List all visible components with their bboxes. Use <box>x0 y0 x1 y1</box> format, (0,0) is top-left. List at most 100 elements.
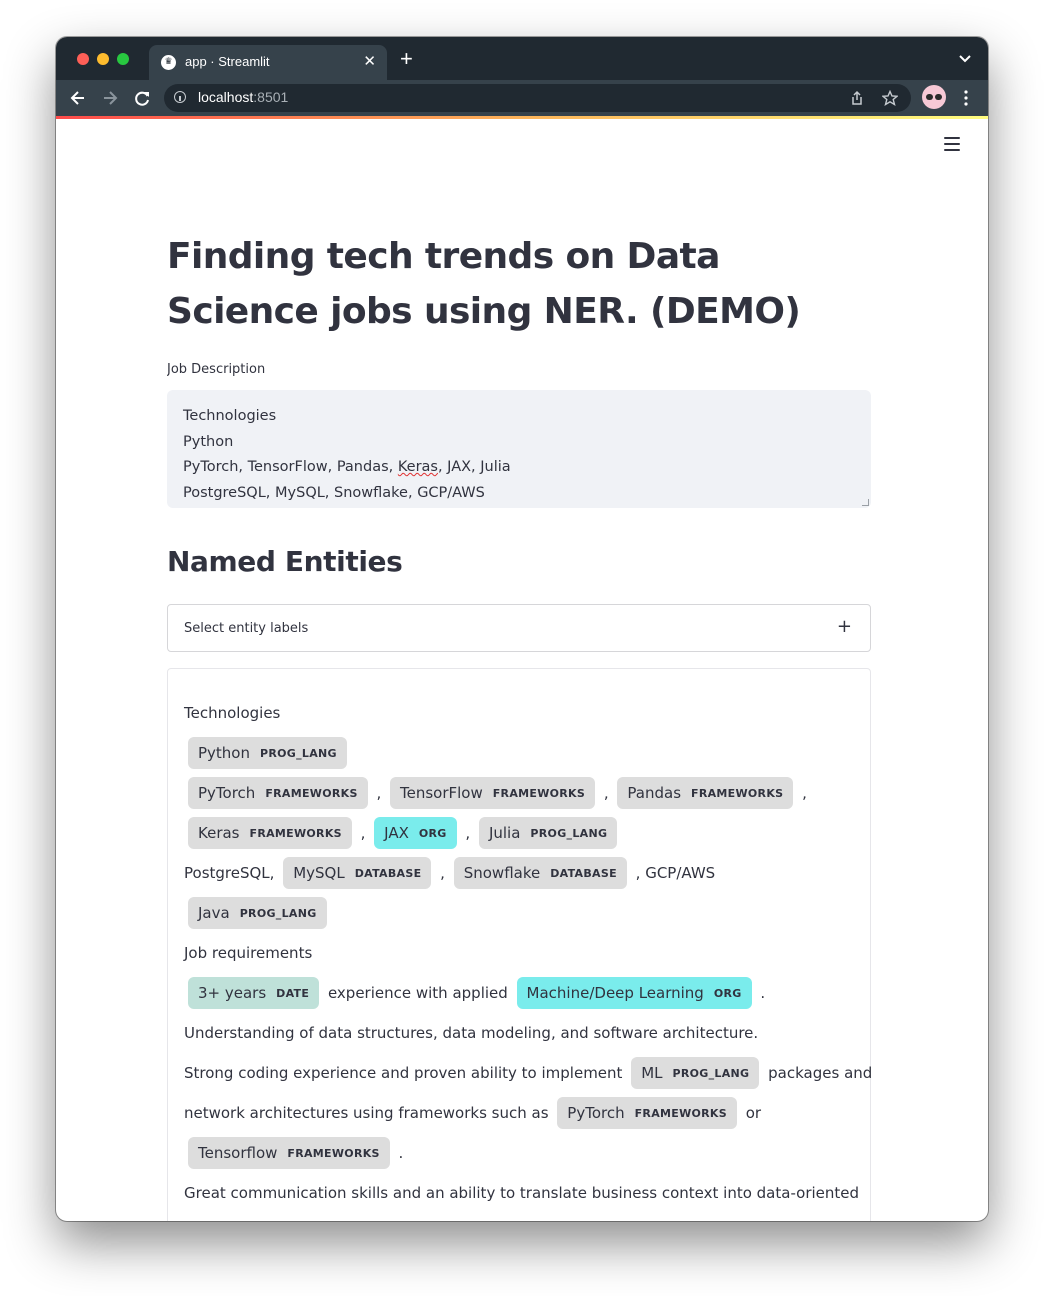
entity-mark: 3+ years DATE <box>188 977 320 1009</box>
close-tab-icon[interactable]: ✕ <box>363 52 376 70</box>
plain-text: , <box>355 824 371 842</box>
entity-text: Machine/Deep Learning <box>526 984 704 1002</box>
url-text: localhost:8501 <box>198 89 288 105</box>
plain-text: , <box>460 824 475 842</box>
entity-label: FRAMEWORKS <box>249 826 342 840</box>
entity-labels-expander[interactable]: Select entity labels + <box>167 604 871 652</box>
entity-label: DATABASE <box>354 866 422 880</box>
entity-mark: JAX ORG <box>374 817 457 849</box>
entity-text: Julia <box>488 824 521 842</box>
textarea-line: PyTorch, TensorFlow, Pandas, Keras, JAX,… <box>183 459 511 475</box>
entity-text-line: Strong coding experience and proven abil… <box>184 1053 871 1093</box>
plus-icon[interactable]: + <box>837 616 852 637</box>
entity-label: FRAMEWORKS <box>265 786 358 800</box>
entity-text: Java <box>198 904 230 922</box>
entity-text-line: Understanding of data structures, data m… <box>184 1013 854 1053</box>
more-options-icon[interactable] <box>963 90 969 106</box>
entity-mark: Julia PROG_LANG <box>478 817 618 849</box>
entity-mark: ML PROG_LANG <box>631 1057 760 1089</box>
entity-text: JAX <box>384 824 409 842</box>
entity-label: ORG <box>418 826 447 840</box>
entity-text: Tensorflow <box>198 1144 278 1162</box>
entity-text-line: Technologies <box>184 693 854 733</box>
job-description-label: Job Description <box>167 362 266 377</box>
entity-mark: Snowflake DATABASE <box>453 857 627 889</box>
reload-icon[interactable] <box>132 86 152 110</box>
entity-label: PROG_LANG <box>672 1066 750 1080</box>
entity-text: PyTorch <box>198 784 256 802</box>
entity-text-line: Great communication skills and an abilit… <box>184 1173 859 1213</box>
browser-window: ♛ app · Streamlit ✕ + localhost:8501 Fin… <box>56 37 988 1221</box>
entity-label: PROG_LANG <box>239 906 317 920</box>
maximize-window-button[interactable] <box>117 53 129 65</box>
entity-text-line: Job requirements <box>184 933 854 973</box>
entity-mark: PyTorch FRAMEWORKS <box>557 1097 737 1129</box>
job-description-textarea[interactable]: Technologies Python PyTorch, TensorFlow,… <box>167 390 871 508</box>
entity-text: PyTorch <box>567 1104 625 1122</box>
browser-toolbar: localhost:8501 <box>56 80 988 116</box>
tab-title: app · Streamlit <box>185 54 270 69</box>
entity-text: MySQL <box>293 864 345 882</box>
entity-mark: TensorFlow FRAMEWORKS <box>389 777 596 809</box>
entity-label: FRAMEWORKS <box>634 1106 727 1120</box>
share-icon[interactable] <box>850 90 864 106</box>
address-bar[interactable]: localhost:8501 <box>164 84 911 112</box>
entity-label: FRAMEWORKS <box>287 1146 380 1160</box>
misspelled-word: Keras <box>397 459 438 475</box>
entity-mark: MySQL DATABASE <box>283 857 432 889</box>
main-menu-icon[interactable] <box>944 137 960 153</box>
entity-label: ORG <box>713 986 742 1000</box>
entity-label: DATABASE <box>550 866 617 880</box>
entity-text: Python <box>198 744 250 762</box>
url-host: localhost <box>198 89 254 105</box>
entity-mark: PyTorch FRAMEWORKS <box>188 777 368 809</box>
entity-mark: Keras FRAMEWORKS <box>188 817 352 849</box>
entity-visualization: Technologies Python PROG_LANG PyTorch FRAMEW… <box>167 668 871 1221</box>
forward-arrow-icon[interactable] <box>100 86 120 110</box>
entity-text-line: Tensorflow FRAMEWORKS . <box>184 1133 854 1173</box>
plain-text: , <box>435 864 450 882</box>
browser-tab[interactable]: ♛ app · Streamlit ✕ <box>149 45 387 80</box>
plain-text: Job requirements <box>184 944 313 962</box>
plain-text: , GCP/AWS <box>630 864 716 882</box>
streamlit-favicon-icon: ♛ <box>161 55 176 70</box>
entity-text-line: hypotheses to drive impact. <box>184 1213 854 1221</box>
entity-text-line: network architectures using frameworks s… <box>184 1093 854 1133</box>
entity-label: PROG_LANG <box>530 826 608 840</box>
entity-text: TensorFlow <box>399 784 483 802</box>
entity-text: Keras <box>198 824 240 842</box>
textarea-line: Technologies <box>183 408 277 424</box>
chevron-down-icon[interactable] <box>958 54 972 64</box>
named-entities-heading: Named Entities <box>167 545 403 578</box>
plain-text: . <box>755 984 766 1002</box>
entity-mark: Pandas FRAMEWORKS <box>617 777 794 809</box>
url-port: :8501 <box>253 89 289 105</box>
entity-text: Snowflake <box>463 864 541 882</box>
bookmark-star-icon[interactable] <box>882 90 898 106</box>
textarea-line: Python <box>183 433 234 450</box>
plain-text: . <box>393 1144 404 1162</box>
plain-text: experience with applied <box>323 984 513 1002</box>
entity-text-line: Keras FRAMEWORKS , JAX ORG , Julia PROG_LAN… <box>184 813 854 853</box>
tab-bar: ♛ app · Streamlit ✕ + <box>56 37 988 80</box>
resize-grip-icon[interactable] <box>862 499 869 506</box>
profile-avatar[interactable] <box>922 85 946 109</box>
site-info-icon[interactable] <box>174 91 186 103</box>
plain-text: Understanding of data structures, data m… <box>184 1024 759 1042</box>
entity-text: Pandas <box>627 784 682 802</box>
back-arrow-icon[interactable] <box>68 86 88 110</box>
entity-mark: Python PROG_LANG <box>188 737 347 769</box>
entity-text-line: PostgreSQL, MySQL DATABASE , Snowflake DAT… <box>184 853 854 893</box>
entity-mark: Java PROG_LANG <box>188 897 327 929</box>
expander-label: Select entity labels <box>184 621 309 636</box>
plain-text: network architectures using frameworks s… <box>184 1104 554 1122</box>
new-tab-icon[interactable]: + <box>400 46 413 72</box>
close-window-button[interactable] <box>77 53 89 65</box>
minimize-window-button[interactable] <box>97 53 109 65</box>
plain-text: , <box>599 784 614 802</box>
plain-text: packages and neural <box>768 1064 871 1082</box>
page-title: Finding tech trends on Data Science jobs… <box>167 236 801 332</box>
plain-text: PostgreSQL, <box>184 864 280 882</box>
entity-label: FRAMEWORKS <box>492 786 586 800</box>
entity-label: DATE <box>276 986 310 1000</box>
